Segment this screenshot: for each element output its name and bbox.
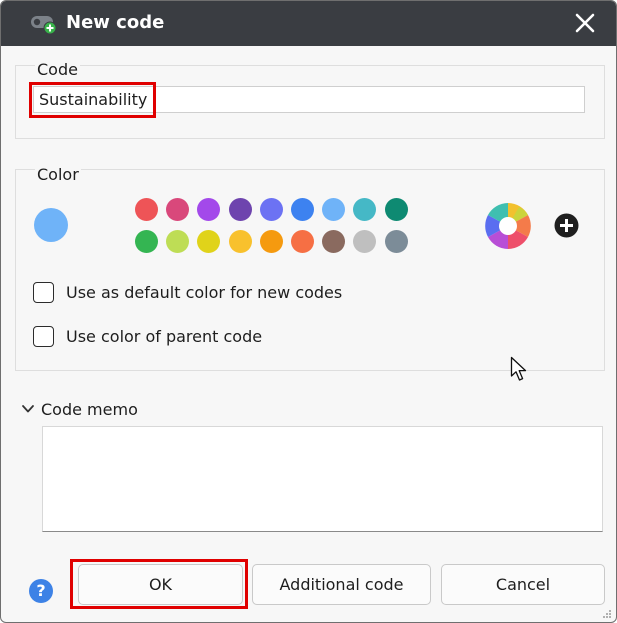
- code-memo-label: Code memo: [41, 400, 138, 419]
- chevron-down-icon: [22, 405, 34, 413]
- mouse-pointer-icon: [510, 356, 527, 381]
- current-color-swatch: [34, 208, 68, 242]
- color-swatch[interactable]: [291, 198, 314, 221]
- color-wheel-icon[interactable]: [483, 201, 533, 251]
- code-memo-textarea[interactable]: [42, 426, 603, 532]
- parent-color-label: Use color of parent code: [66, 327, 263, 346]
- color-swatch[interactable]: [384, 230, 408, 253]
- color-swatch[interactable]: [135, 198, 158, 221]
- color-swatch[interactable]: [228, 230, 252, 253]
- color-swatch[interactable]: [291, 230, 314, 253]
- help-button[interactable]: ?: [29, 579, 53, 603]
- parent-color-checkbox[interactable]: [33, 326, 54, 347]
- dialog-title: New code: [66, 12, 165, 33]
- code-group-label: Code: [35, 60, 80, 79]
- code-name-input[interactable]: [33, 86, 585, 113]
- plus-circle-icon[interactable]: [554, 213, 579, 238]
- color-swatch[interactable]: [135, 230, 158, 253]
- title-bar: New code: [1, 1, 616, 46]
- default-color-checkbox[interactable]: [33, 282, 54, 303]
- additional-code-button[interactable]: Additional code: [252, 564, 431, 605]
- resize-grip-icon[interactable]: [602, 609, 612, 619]
- color-swatch[interactable]: [384, 198, 408, 221]
- close-icon[interactable]: [572, 10, 598, 36]
- ok-button[interactable]: OK: [78, 564, 243, 605]
- color-swatch[interactable]: [259, 230, 283, 253]
- default-color-label: Use as default color for new codes: [66, 283, 343, 302]
- color-group-label: Color: [35, 165, 81, 184]
- color-swatch[interactable]: [228, 198, 252, 221]
- cancel-button[interactable]: Cancel: [441, 564, 605, 605]
- color-swatch[interactable]: [259, 198, 283, 221]
- code-add-icon: [31, 16, 57, 35]
- new-code-dialog: New code Code Color Use as default color…: [0, 0, 617, 623]
